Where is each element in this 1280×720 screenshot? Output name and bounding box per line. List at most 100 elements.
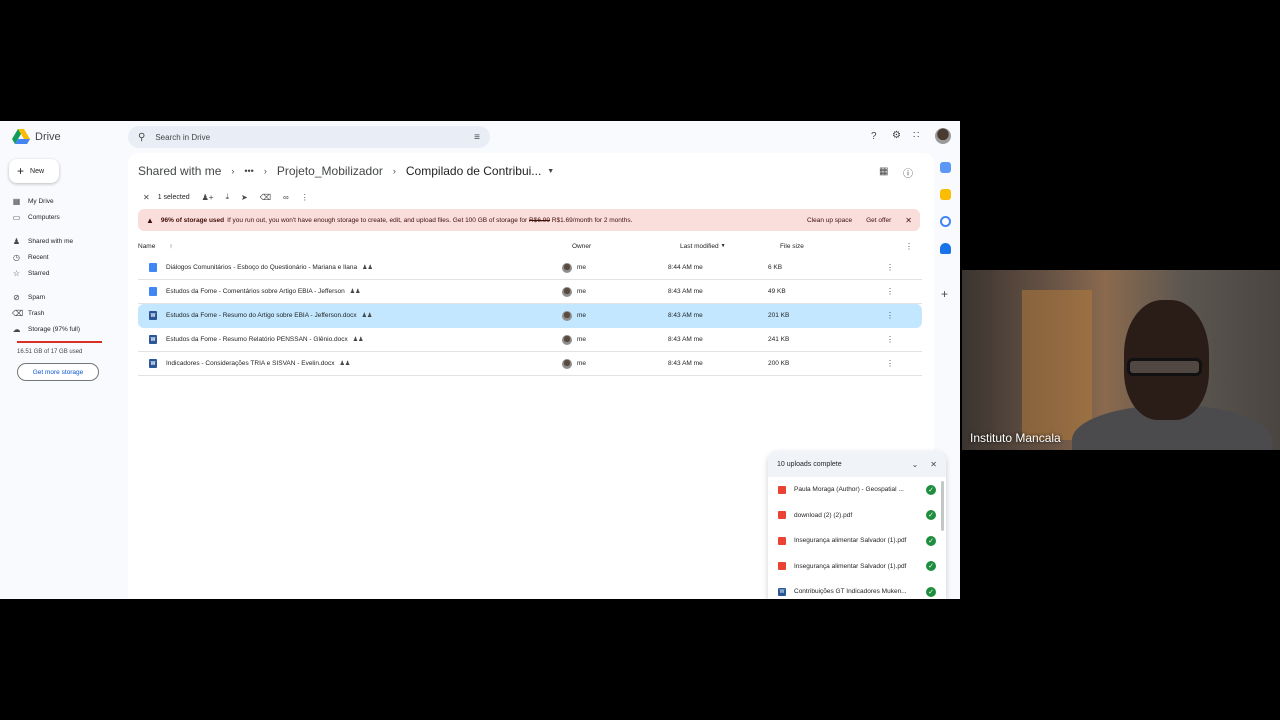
grid-view-icon[interactable]: ▦	[879, 166, 888, 177]
sidebar-item-starred[interactable]: ☆ Starred	[12, 266, 49, 280]
info-icon[interactable]: ⓘ	[903, 165, 913, 180]
sidebar-item-computers[interactable]: ▭ Computers	[12, 210, 60, 224]
download-icon[interactable]: ⤓	[225, 192, 229, 202]
close-selection-icon[interactable]: ✕	[143, 193, 150, 202]
upload-file-name: Paula Moraga (Author) - Geospatial ...	[794, 486, 904, 494]
column-header-size[interactable]: File size	[780, 239, 804, 253]
upload-item[interactable]: Insegurança alimentar Salvador (1).pdf ✓	[768, 554, 946, 580]
apps-grid-icon[interactable]: ∷	[913, 130, 919, 141]
chevron-right-icon: ›	[231, 166, 235, 176]
upload-item[interactable]: W Contribuições GT Indicadores Muken... ✓	[768, 579, 946, 599]
account-avatar[interactable]	[935, 128, 951, 144]
uploads-title: 10 uploads complete	[777, 460, 842, 468]
file-name-cell[interactable]: Estudos da Fome - Resumo Relatório PENSS…	[166, 336, 562, 343]
uploads-header: 10 uploads complete ⌄ ✕	[768, 451, 946, 477]
sidebar-item-label: Spam	[28, 293, 45, 301]
file-name-cell[interactable]: Indicadores - Considerações TRIA e SISVA…	[166, 360, 562, 367]
screen: Drive ⚲ Search in Drive ≡ ? ⚙ ∷ + New ▦ …	[0, 0, 1280, 720]
table-row[interactable]: Diálogos Comunitários - Esboço do Questi…	[138, 256, 922, 280]
modified-cell: 8:43 AM me	[668, 288, 768, 295]
table-row[interactable]: W Estudos da Fome - Resumo Relatório PENS…	[138, 328, 922, 352]
keep-icon[interactable]	[940, 189, 951, 200]
sidebar-item-storage[interactable]: ☁ Storage (97% full)	[12, 322, 81, 336]
owner-cell: me	[562, 334, 668, 345]
get-more-storage-button[interactable]: Get more storage	[17, 363, 99, 381]
clean-up-space-button[interactable]: Clean up space	[807, 217, 852, 224]
breadcrumb: Shared with me › ••• › Projeto_Mobilizad…	[138, 164, 554, 178]
upload-item[interactable]: Insegurança alimentar Salvador (1).pdf ✓	[768, 528, 946, 554]
trash-icon[interactable]: ⌫	[260, 193, 271, 202]
table-row[interactable]: W Estudos da Fome - Resumo do Artigo sobr…	[138, 304, 922, 328]
file-name: Indicadores - Considerações TRIA e SISVA…	[166, 360, 335, 367]
column-header-modified[interactable]: Last modified ▼	[680, 239, 726, 253]
file-name-cell[interactable]: Estudos da Fome - Resumo do Artigo sobre…	[166, 312, 562, 319]
warning-text: If you run out, you won't have enough st…	[227, 216, 528, 224]
word-file-icon: W	[149, 311, 157, 320]
contacts-icon[interactable]	[940, 243, 951, 254]
modified-cell: 8:43 AM me	[668, 312, 768, 319]
shared-people-icon: ♟♟	[339, 361, 351, 367]
chevron-down-icon[interactable]: ▼	[547, 168, 554, 175]
calendar-icon[interactable]	[940, 162, 951, 173]
get-offer-button[interactable]: Get offer	[866, 217, 891, 224]
more-vert-icon[interactable]: ⋮	[886, 359, 894, 368]
arrow-up-icon[interactable]: ↑	[169, 243, 172, 250]
modified-by: me	[693, 360, 703, 367]
avatar	[562, 334, 572, 345]
upload-file-name: Insegurança alimentar Salvador (1).pdf	[794, 562, 907, 570]
sidebar-item-trash[interactable]: ⌫ Trash	[12, 306, 44, 320]
more-vert-icon[interactable]: ⋮	[886, 335, 894, 344]
storage-usage-text: 16.51 GB of 17 GB used	[17, 349, 83, 355]
more-vert-icon[interactable]: ⋮	[301, 193, 309, 202]
upload-item[interactable]: Paula Moraga (Author) - Geospatial ... ✓	[768, 477, 946, 503]
file-name-cell[interactable]: Diálogos Comunitários - Esboço do Questi…	[166, 264, 562, 271]
upload-item[interactable]: download (2) (2).pdf ✓	[768, 503, 946, 529]
search-input[interactable]: Search in Drive	[155, 133, 474, 142]
owner-name: me	[577, 312, 587, 319]
star-icon: ☆	[12, 268, 21, 278]
filter-icon[interactable]: ≡	[474, 132, 480, 143]
link-icon[interactable]: ∞	[283, 193, 289, 202]
move-icon[interactable]: ➤	[241, 193, 248, 202]
column-header-owner[interactable]: Owner	[572, 239, 591, 253]
file-name-cell[interactable]: Estudos da Fome - Comentários sobre Arti…	[166, 288, 562, 295]
avatar	[562, 286, 572, 297]
more-vert-icon[interactable]: ⋮	[886, 287, 894, 296]
breadcrumb-item-current[interactable]: Compilado de Contribui...	[406, 164, 541, 178]
table-row[interactable]: W Indicadores - Considerações TRIA e SISV…	[138, 352, 922, 376]
more-vert-icon[interactable]: ⋮	[886, 311, 894, 320]
chevron-down-icon[interactable]: ⌄	[912, 460, 919, 469]
word-file-icon: W	[149, 335, 157, 344]
breadcrumb-more-icon[interactable]: •••	[244, 166, 253, 176]
sidebar-item-spam[interactable]: ⊘ Spam	[12, 290, 45, 304]
table-row[interactable]: Estudos da Fome - Comentários sobre Arti…	[138, 280, 922, 304]
breadcrumb-item-folder[interactable]: Projeto_Mobilizador	[277, 164, 383, 178]
pdf-file-icon	[778, 485, 786, 494]
new-button[interactable]: + New	[9, 159, 59, 183]
modified-cell: 8:44 AM me	[668, 264, 768, 271]
upload-file-name: Contribuições GT Indicadores Muken...	[794, 588, 907, 596]
pdf-file-icon	[778, 536, 786, 545]
modified-time: 8:44 AM	[668, 264, 692, 271]
tasks-icon[interactable]	[940, 216, 951, 227]
more-vert-icon[interactable]: ⋮	[886, 263, 894, 272]
glasses	[1127, 358, 1202, 376]
selection-toolbar: ✕ 1 selected ♟+ ⤓ ➤ ⌫ ∞ ⋮	[138, 188, 920, 206]
sidebar-item-label: Shared with me	[28, 237, 74, 245]
help-icon[interactable]: ?	[871, 131, 877, 142]
sidebar-item-my-drive[interactable]: ▦ My Drive	[12, 194, 54, 208]
gear-icon[interactable]: ⚙	[892, 130, 901, 141]
close-icon[interactable]: ✕	[930, 460, 937, 469]
breadcrumb-item-shared[interactable]: Shared with me	[138, 164, 221, 178]
search-bar[interactable]: ⚲ Search in Drive ≡	[128, 126, 490, 148]
column-header-name[interactable]: Name ↑	[138, 239, 173, 253]
sidebar-item-recent[interactable]: ◷ Recent	[12, 250, 49, 264]
more-vert-icon[interactable]: ⋮	[905, 239, 913, 253]
file-size: 200 KB	[768, 360, 790, 367]
plus-icon[interactable]: +	[941, 287, 948, 301]
sidebar-item-shared-with-me[interactable]: ♟ Shared with me	[12, 234, 73, 248]
share-icon[interactable]: ♟+	[202, 193, 214, 202]
scrollbar[interactable]	[941, 481, 944, 531]
close-icon[interactable]: ✕	[905, 216, 912, 225]
drive-logo[interactable]: Drive	[12, 129, 61, 144]
